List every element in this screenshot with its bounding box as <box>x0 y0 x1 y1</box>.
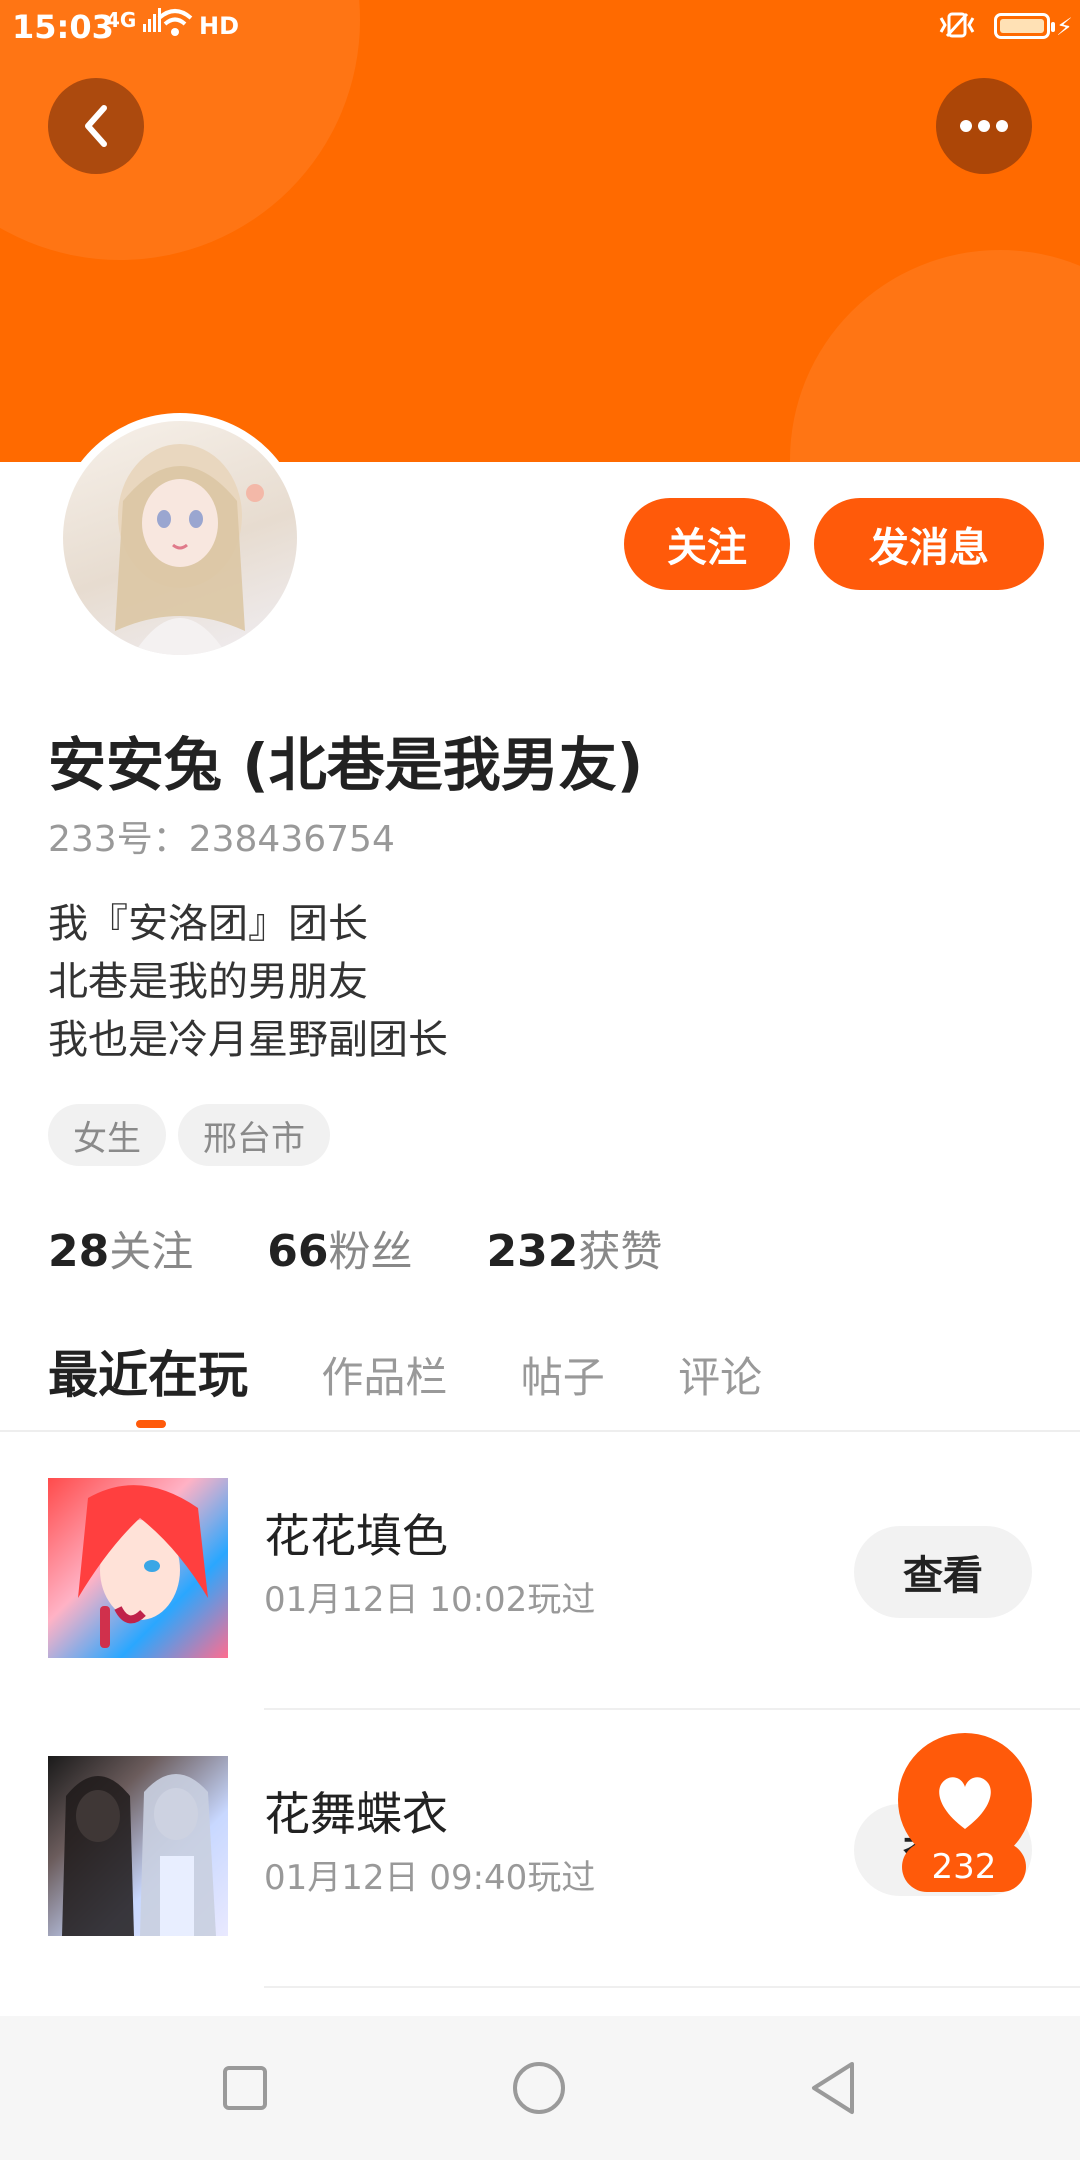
profile-id: 233号：238436754 <box>48 819 395 860</box>
vibrate-icon <box>939 12 975 38</box>
stat-value: 66 <box>267 1226 329 1277</box>
home-icon[interactable] <box>511 2060 567 2116</box>
stat-likes[interactable]: 232获赞 <box>487 1218 663 1279</box>
wifi-icon <box>157 9 193 36</box>
profile-name: 安安兔 (北巷是我男友) <box>48 731 644 799</box>
profile-banner <box>0 0 1080 462</box>
system-nav-bar <box>0 2016 1080 2160</box>
hd-icon: HD <box>199 12 240 40</box>
network-type: 4G <box>106 8 137 32</box>
row-divider <box>264 1986 1080 1988</box>
status-time: 15:03 <box>12 8 114 46</box>
recent-apps-icon[interactable] <box>221 2064 269 2112</box>
stat-following[interactable]: 28关注 <box>48 1218 193 1279</box>
tab-works[interactable]: 作品栏 <box>321 1344 447 1405</box>
avatar[interactable] <box>55 413 305 663</box>
more-dots-icon <box>960 120 1008 132</box>
tab-posts[interactable]: 帖子 <box>521 1344 605 1405</box>
stat-followers[interactable]: 66粉丝 <box>267 1218 412 1279</box>
tab-recent-play[interactable]: 最近在玩 <box>48 1335 248 1407</box>
more-button[interactable] <box>936 78 1032 174</box>
list-item[interactable]: 花花填色 01月12日 10:02玩过 查看 <box>0 1432 1080 1710</box>
stat-label: 获赞 <box>578 1227 663 1276</box>
tag-gender: 女生 <box>48 1104 166 1166</box>
avatar-image <box>115 444 264 655</box>
bio-line: 北巷是我的男朋友 <box>48 959 368 1005</box>
bio-line: 我也是冷月星野副团长 <box>48 1017 448 1063</box>
profile-tabs: 最近在玩 作品栏 帖子 评论 <box>48 1335 822 1407</box>
profile-bio: 我『安洛团』团长 北巷是我的男朋友 我也是冷月星野副团长 <box>48 895 448 1069</box>
game-title: 花花填色 <box>264 1509 448 1563</box>
like-count: 232 <box>902 1842 1026 1892</box>
game-played-time: 01月12日 09:40玩过 <box>264 1858 596 1898</box>
game-played-time: 01月12日 10:02玩过 <box>264 1580 596 1620</box>
status-bar: 15:03 4G HD ⚡ <box>0 0 1080 56</box>
stat-value: 28 <box>48 1226 110 1277</box>
tab-comments[interactable]: 评论 <box>678 1344 762 1405</box>
tab-indicator <box>136 1420 166 1428</box>
game-title: 花舞蝶衣 <box>264 1787 448 1841</box>
back-nav-icon[interactable] <box>808 2060 858 2116</box>
chevron-left-icon <box>85 105 107 147</box>
stat-value: 232 <box>486 1226 579 1277</box>
stat-label: 粉丝 <box>328 1227 413 1276</box>
game-thumbnail <box>48 1756 228 1936</box>
view-button[interactable]: 查看 <box>854 1526 1032 1618</box>
tag-city: 邢台市 <box>178 1104 330 1166</box>
stat-label: 关注 <box>109 1227 194 1276</box>
bio-line: 我『安洛团』团长 <box>48 901 368 947</box>
game-thumbnail <box>48 1478 228 1658</box>
profile-stats: 28关注 66粉丝 232获赞 <box>48 1218 722 1279</box>
signal-icon: 4G <box>106 8 162 32</box>
back-button[interactable] <box>48 78 144 174</box>
follow-button[interactable]: 关注 <box>624 498 790 590</box>
battery-icon <box>994 13 1055 39</box>
charging-icon: ⚡ <box>1056 13 1073 41</box>
message-button[interactable]: 发消息 <box>814 498 1044 590</box>
